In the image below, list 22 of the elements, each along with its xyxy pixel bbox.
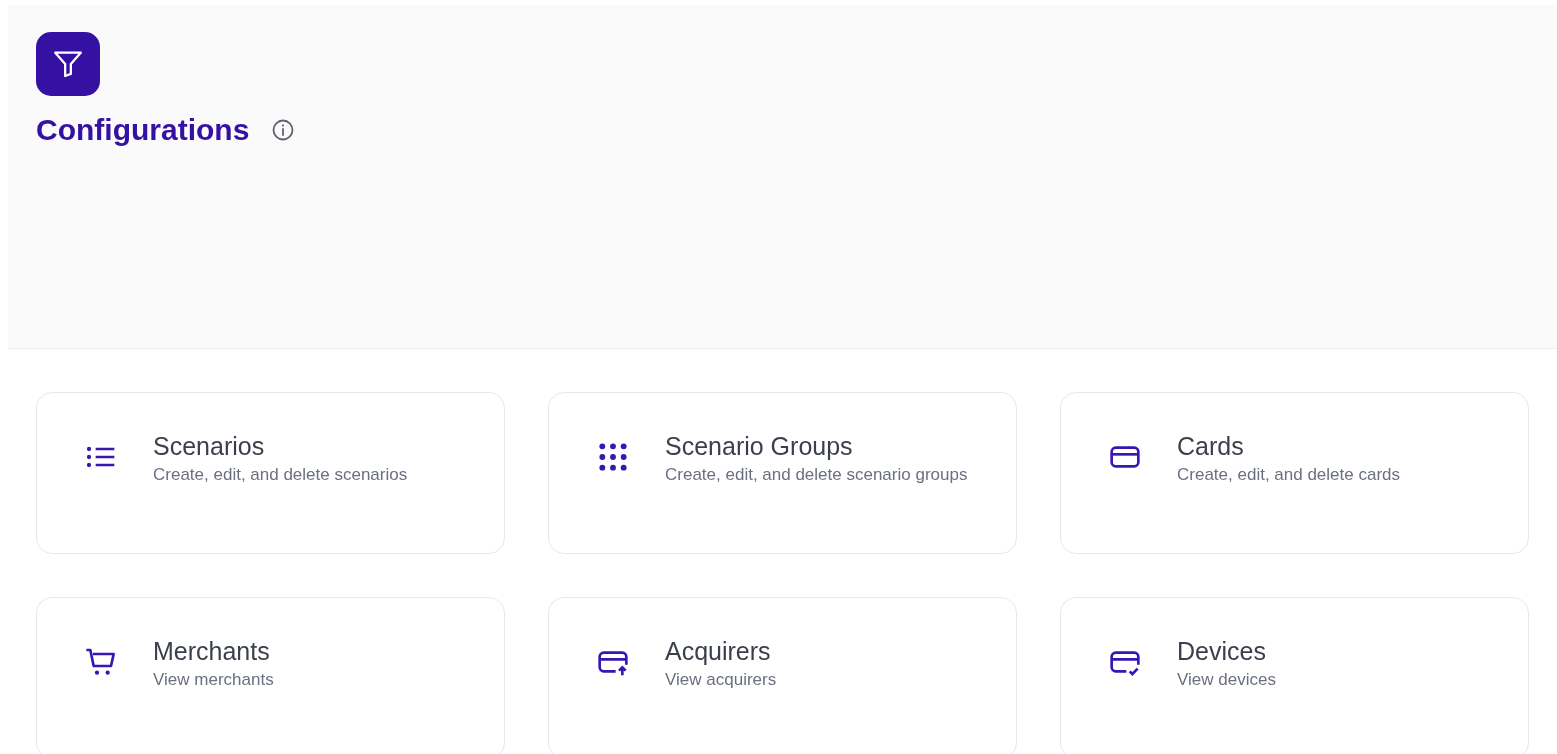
config-card[interactable]: Scenario Groups Create, edit, and delete scenario groups <box>548 392 1017 554</box>
card-description: View acquirers <box>665 669 777 691</box>
dot-grid-icon <box>597 441 629 473</box>
config-card[interactable]: Devices View devices <box>1060 597 1529 754</box>
card-description: Create, edit, and delete scenarios <box>153 464 408 486</box>
cart-icon <box>85 646 117 678</box>
info-icon[interactable] <box>271 118 296 142</box>
card-title: Scenario Groups <box>665 431 854 461</box>
card-description: Create, edit, and delete cards <box>1177 464 1401 486</box>
card-title: Scenarios <box>153 431 266 461</box>
config-card[interactable]: Merchants View merchants <box>36 597 505 754</box>
card-description: View devices <box>1177 669 1276 691</box>
card-title: Devices <box>1177 636 1267 666</box>
config-card[interactable]: Cards Create, edit, and delete cards <box>1060 392 1529 554</box>
card-title: Cards <box>1177 431 1245 461</box>
page-title: Configurations <box>36 112 250 148</box>
card-description: View merchants <box>153 669 274 691</box>
card-description: Create, edit, and delete scenario groups <box>665 464 968 486</box>
card-title: Merchants <box>153 636 271 666</box>
config-card[interactable]: Scenarios Create, edit, and delete scenarios <box>36 392 505 554</box>
card-title: Acquirers <box>665 636 772 666</box>
config-card[interactable]: Acquirers View acquirers <box>548 597 1017 754</box>
